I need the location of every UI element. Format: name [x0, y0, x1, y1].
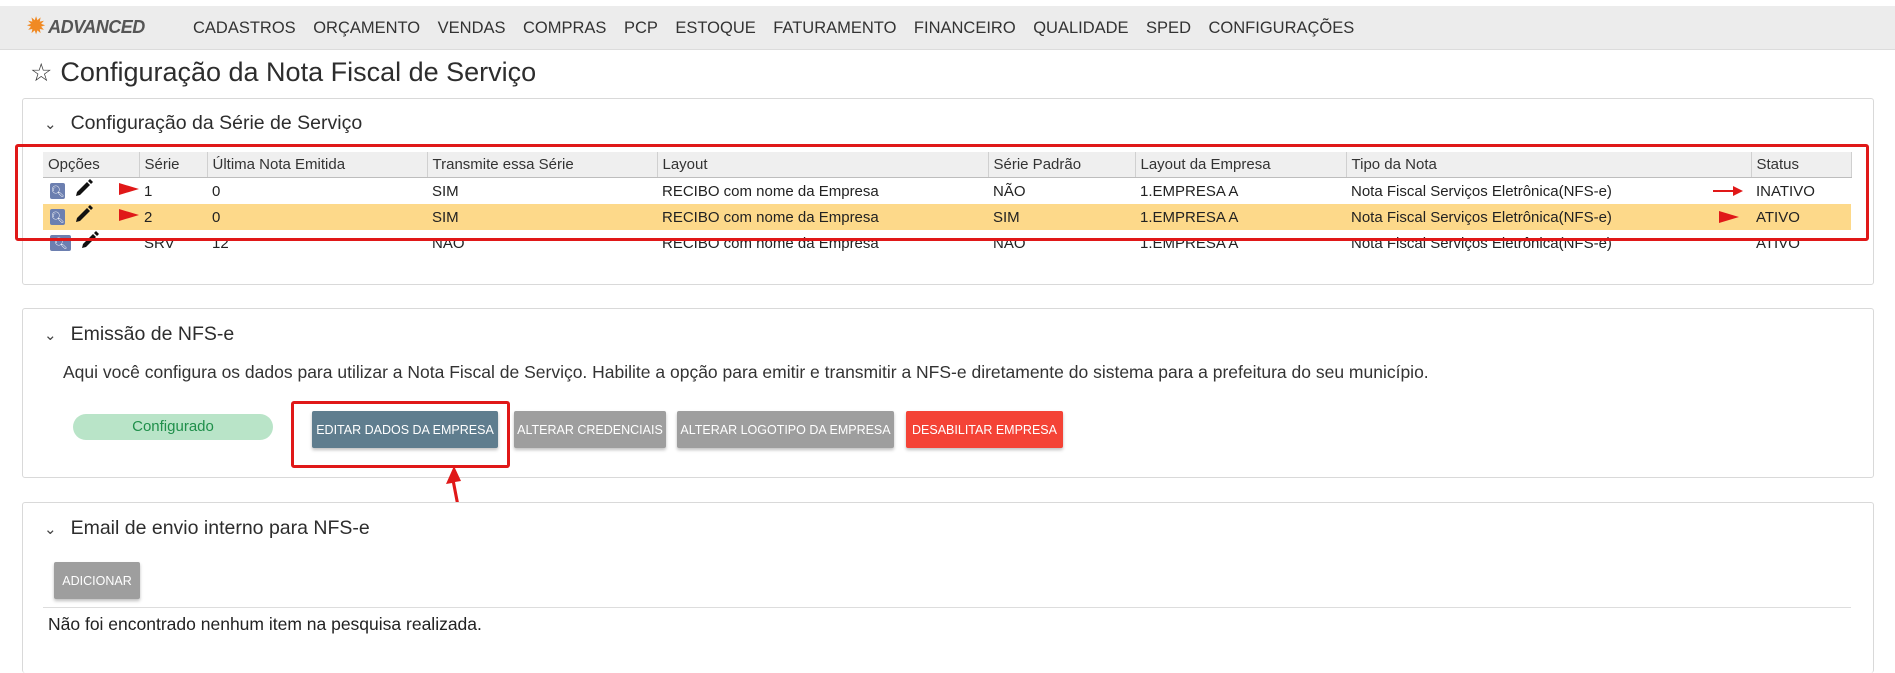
- nfse-panel-title: Emissão de NFS-e: [70, 323, 235, 345]
- nfse-description: Aqui você configura os dados para utiliz…: [63, 362, 1429, 382]
- nfse-panel-header[interactable]: ⌄ Emissão de NFS-e: [44, 323, 234, 346]
- menu-estoque[interactable]: ESTOQUE: [675, 19, 755, 38]
- empty-result-message: Não foi encontrado nenhum item na pesqui…: [48, 614, 482, 634]
- menu-sped[interactable]: SPED: [1146, 19, 1191, 38]
- change-logo-button[interactable]: ALTERAR LOGOTIPO DA EMPRESA: [677, 411, 894, 448]
- chevron-down-icon: ⌄: [44, 520, 57, 538]
- app-logo[interactable]: ✹ ADVANCED: [26, 13, 145, 40]
- annotation-button-box: [291, 401, 510, 468]
- logo-text: ADVANCED: [48, 16, 145, 37]
- menu-cadastros[interactable]: CADASTROS: [193, 19, 296, 38]
- serie-panel-title: Configuração da Série de Serviço: [70, 112, 363, 134]
- page-title: ☆ Configuração da Nota Fiscal de Serviço: [30, 57, 536, 88]
- divider: [43, 607, 1851, 608]
- menu-faturamento[interactable]: FATURAMENTO: [773, 19, 896, 38]
- page-title-text: Configuração da Nota Fiscal de Serviço: [60, 57, 537, 87]
- menu-vendas[interactable]: VENDAS: [438, 19, 506, 38]
- main-menu: CADASTROS ORÇAMENTO VENDAS COMPRAS PCP E…: [193, 19, 1372, 38]
- menu-pcp[interactable]: PCP: [624, 19, 658, 38]
- chevron-down-icon: ⌄: [44, 326, 57, 344]
- change-credentials-button[interactable]: ALTERAR CREDENCIAIS: [514, 411, 666, 448]
- email-panel-title: Email de envio interno para NFS-e: [70, 517, 370, 539]
- chevron-down-icon: ⌄: [44, 115, 57, 133]
- email-panel-header[interactable]: ⌄ Email de envio interno para NFS-e: [44, 517, 370, 540]
- top-navbar: ✹ ADVANCED CADASTROS ORÇAMENTO VENDAS CO…: [0, 6, 1895, 50]
- annotation-highlight-box: [15, 144, 1869, 241]
- status-badge: Configurado: [73, 414, 273, 440]
- add-button[interactable]: ADICIONAR: [54, 562, 140, 599]
- menu-financeiro[interactable]: FINANCEIRO: [914, 19, 1016, 38]
- menu-configuracoes[interactable]: CONFIGURAÇÕES: [1208, 19, 1354, 38]
- favorite-star-icon[interactable]: ☆: [30, 58, 52, 88]
- menu-qualidade[interactable]: QUALIDADE: [1033, 19, 1128, 38]
- menu-compras[interactable]: COMPRAS: [523, 19, 606, 38]
- gear-logo-icon: ✹: [26, 13, 47, 40]
- disable-company-button[interactable]: DESABILITAR EMPRESA: [906, 411, 1063, 448]
- menu-orcamento[interactable]: ORÇAMENTO: [313, 19, 420, 38]
- serie-panel-header[interactable]: ⌄ Configuração da Série de Serviço: [44, 112, 362, 135]
